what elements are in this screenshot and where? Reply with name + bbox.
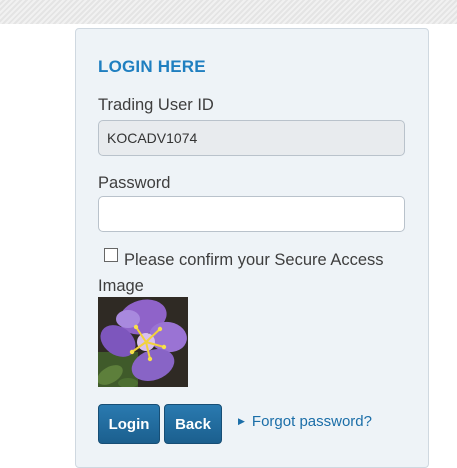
login-panel: LOGIN HERE Trading User ID Password Plea… [75,28,429,468]
caret-right-icon: ▶ [238,416,245,426]
user-id-label: Trading User ID [98,96,214,114]
login-title: LOGIN HERE [98,57,206,76]
user-id-field[interactable] [98,120,405,156]
forgot-password-link[interactable]: ▶ Forgot password? [238,413,372,430]
secure-access-image [97,297,188,388]
forgot-password-text: Forgot password? [251,413,372,430]
password-field[interactable] [98,196,405,232]
back-button[interactable]: Back [164,404,222,444]
secure-image-confirm-label: Please confirm your Secure Access Image [98,251,384,295]
password-label: Password [98,174,171,192]
login-button[interactable]: Login [98,404,160,444]
header-pattern-band [0,0,457,24]
